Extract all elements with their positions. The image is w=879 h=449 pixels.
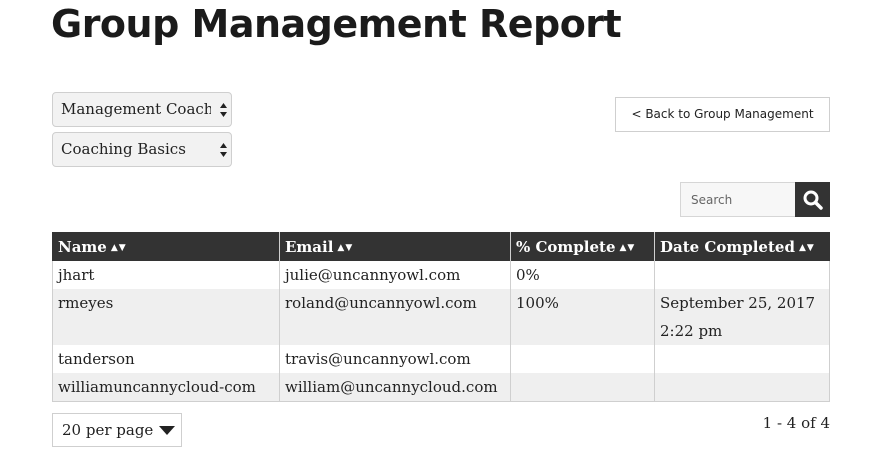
cell-email: julie@uncannyowl.com bbox=[279, 261, 511, 289]
report-table: Name ▲▼ Email ▲▼ % Complete ▲▼ Date Complet… bbox=[52, 232, 830, 402]
search-input[interactable] bbox=[680, 182, 796, 217]
cell-date-completed bbox=[654, 261, 830, 289]
cell-email: roland@uncannyowl.com bbox=[279, 289, 511, 345]
back-to-group-management-button[interactable]: < Back to Group Management bbox=[615, 97, 830, 132]
course-select[interactable]: Coaching Basics bbox=[52, 132, 232, 167]
cell-name: jhart bbox=[52, 261, 280, 289]
date-line: September 25, 2017 bbox=[660, 294, 816, 312]
sort-icon[interactable]: ▲▼ bbox=[337, 243, 353, 253]
per-page-value: 20 per page bbox=[62, 421, 154, 439]
cell-date-completed bbox=[654, 345, 830, 373]
course-select-value: Coaching Basics bbox=[61, 140, 186, 158]
cell-email: william@uncannycloud.com bbox=[279, 373, 511, 402]
table-header-row: Name ▲▼ Email ▲▼ % Complete ▲▼ Date Complet… bbox=[52, 232, 830, 261]
select-arrows-icon bbox=[220, 143, 227, 157]
cell-name: tanderson bbox=[52, 345, 280, 373]
pagination-info: 1 - 4 of 4 bbox=[762, 414, 830, 432]
select-arrows-icon bbox=[220, 103, 227, 117]
search-button[interactable] bbox=[795, 182, 830, 217]
time-line: 2:22 pm bbox=[660, 322, 723, 340]
page-title: Group Management Report bbox=[51, 2, 622, 46]
column-header-label: Email bbox=[285, 237, 334, 256]
per-page-select[interactable]: 20 per page bbox=[52, 413, 182, 447]
table-row: williamuncannycloud-com william@uncannyc… bbox=[52, 373, 830, 402]
group-select-value: Management Coaching bbox=[61, 100, 211, 118]
sort-icon[interactable]: ▲▼ bbox=[799, 243, 815, 253]
caret-down-icon bbox=[159, 426, 175, 435]
column-header-name[interactable]: Name ▲▼ bbox=[52, 232, 280, 261]
table-row: jhart julie@uncannyowl.com 0% bbox=[52, 261, 830, 289]
column-header-email[interactable]: Email ▲▼ bbox=[279, 232, 511, 261]
cell-name: williamuncannycloud-com bbox=[52, 373, 280, 402]
cell-complete bbox=[510, 373, 655, 402]
table-row: tanderson travis@uncannyowl.com bbox=[52, 345, 830, 373]
cell-email: travis@uncannyowl.com bbox=[279, 345, 511, 373]
cell-complete bbox=[510, 345, 655, 373]
table-row: rmeyes roland@uncannyowl.com 100% Septem… bbox=[52, 289, 830, 345]
cell-date-completed: September 25, 2017 2:22 pm bbox=[654, 289, 830, 345]
cell-complete: 100% bbox=[510, 289, 655, 345]
cell-date-completed bbox=[654, 373, 830, 402]
cell-name: rmeyes bbox=[52, 289, 280, 345]
column-header-complete[interactable]: % Complete ▲▼ bbox=[510, 232, 655, 261]
group-select[interactable]: Management Coaching bbox=[52, 92, 232, 127]
sort-icon[interactable]: ▲▼ bbox=[111, 243, 127, 253]
sort-icon[interactable]: ▲▼ bbox=[620, 243, 636, 253]
column-header-date-completed[interactable]: Date Completed ▲▼ bbox=[654, 232, 830, 261]
column-header-label: % Complete bbox=[516, 237, 616, 256]
column-header-label: Date Completed bbox=[660, 237, 795, 256]
cell-complete: 0% bbox=[510, 261, 655, 289]
search-icon bbox=[803, 190, 823, 210]
column-header-label: Name bbox=[58, 237, 107, 256]
